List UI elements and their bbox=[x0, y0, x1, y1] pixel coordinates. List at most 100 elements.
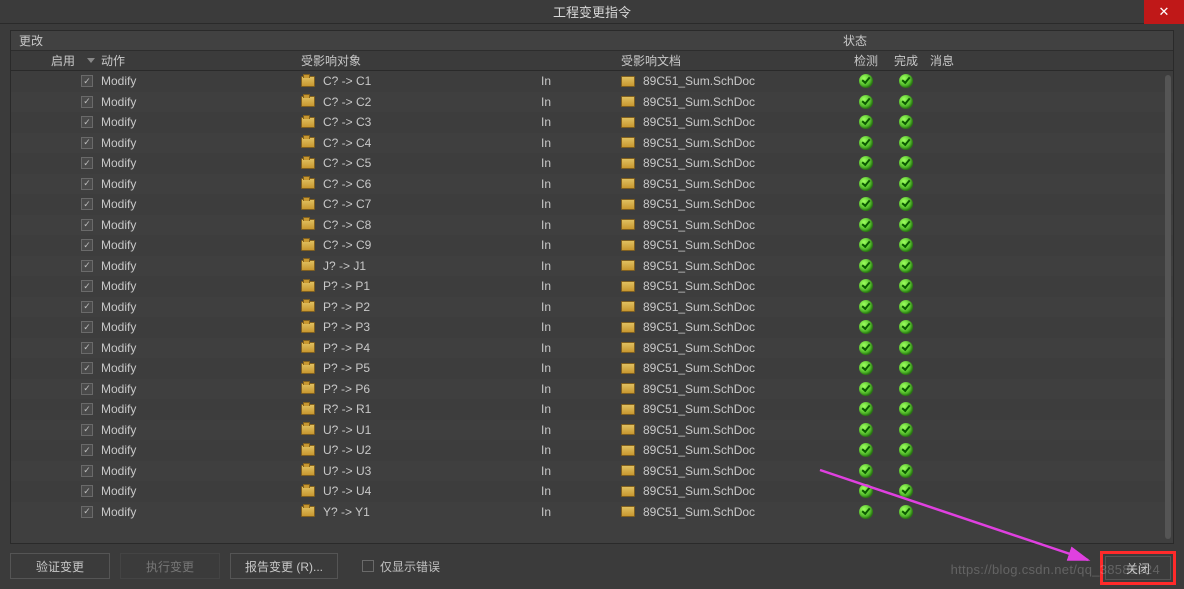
col-done[interactable]: 完成 bbox=[886, 51, 926, 70]
enable-checkbox[interactable] bbox=[81, 403, 93, 415]
check-icon bbox=[899, 423, 913, 437]
table-row[interactable]: ModifyC? -> C9In89C51_Sum.SchDoc bbox=[11, 235, 1173, 256]
document-icon bbox=[621, 281, 635, 292]
scrollbar[interactable] bbox=[1165, 75, 1171, 539]
table-row[interactable]: ModifyP? -> P2In89C51_Sum.SchDoc bbox=[11, 297, 1173, 318]
document-icon bbox=[621, 199, 635, 210]
document-icon bbox=[621, 117, 635, 128]
action-cell: Modify bbox=[101, 361, 301, 375]
execute-button[interactable]: 执行变更 bbox=[120, 553, 220, 579]
table-row[interactable]: ModifyP? -> P1In89C51_Sum.SchDoc bbox=[11, 276, 1173, 297]
check-icon bbox=[899, 402, 913, 416]
col-action[interactable]: 动作 bbox=[101, 51, 301, 70]
object-cell: C? -> C1 bbox=[301, 74, 541, 88]
table-row[interactable]: ModifyC? -> C5In89C51_Sum.SchDoc bbox=[11, 153, 1173, 174]
enable-checkbox[interactable] bbox=[81, 178, 93, 190]
enable-checkbox[interactable] bbox=[81, 260, 93, 272]
enable-checkbox[interactable] bbox=[81, 383, 93, 395]
doc-cell: 89C51_Sum.SchDoc bbox=[621, 382, 846, 396]
grid-header: 启用 动作 受影响对象 受影响文档 检测 完成 消息 bbox=[11, 51, 1173, 71]
table-row[interactable]: ModifyC? -> C8In89C51_Sum.SchDoc bbox=[11, 215, 1173, 236]
doc-cell: 89C51_Sum.SchDoc bbox=[621, 423, 846, 437]
table-row[interactable]: ModifyU? -> U4In89C51_Sum.SchDoc bbox=[11, 481, 1173, 502]
in-cell: In bbox=[541, 74, 621, 88]
component-icon bbox=[301, 424, 315, 435]
in-cell: In bbox=[541, 115, 621, 129]
table-row[interactable]: ModifyP? -> P4In89C51_Sum.SchDoc bbox=[11, 338, 1173, 359]
table-row[interactable]: ModifyP? -> P5In89C51_Sum.SchDoc bbox=[11, 358, 1173, 379]
table-row[interactable]: ModifyP? -> P3In89C51_Sum.SchDoc bbox=[11, 317, 1173, 338]
check-icon bbox=[899, 74, 913, 88]
in-cell: In bbox=[541, 382, 621, 396]
check-icon bbox=[859, 443, 873, 457]
window-close-button[interactable]: ✕ bbox=[1144, 0, 1184, 24]
action-cell: Modify bbox=[101, 74, 301, 88]
col-doc[interactable]: 受影响文档 bbox=[621, 51, 846, 70]
in-cell: In bbox=[541, 505, 621, 519]
enable-checkbox[interactable] bbox=[81, 444, 93, 456]
component-icon bbox=[301, 158, 315, 169]
enable-checkbox[interactable] bbox=[81, 96, 93, 108]
table-row[interactable]: ModifyC? -> C4In89C51_Sum.SchDoc bbox=[11, 133, 1173, 154]
enable-checkbox[interactable] bbox=[81, 485, 93, 497]
table-row[interactable]: ModifyC? -> C2In89C51_Sum.SchDoc bbox=[11, 92, 1173, 113]
table-row[interactable]: ModifyC? -> C3In89C51_Sum.SchDoc bbox=[11, 112, 1173, 133]
table-row[interactable]: ModifyC? -> C6In89C51_Sum.SchDoc bbox=[11, 174, 1173, 195]
doc-cell: 89C51_Sum.SchDoc bbox=[621, 177, 846, 191]
doc-cell: 89C51_Sum.SchDoc bbox=[621, 218, 846, 232]
table-row[interactable]: ModifyR? -> R1In89C51_Sum.SchDoc bbox=[11, 399, 1173, 420]
in-cell: In bbox=[541, 136, 621, 150]
only-errors-label: 仅显示错误 bbox=[380, 558, 440, 575]
enable-checkbox[interactable] bbox=[81, 198, 93, 210]
table-row[interactable]: ModifyU? -> U2In89C51_Sum.SchDoc bbox=[11, 440, 1173, 461]
check-icon bbox=[899, 320, 913, 334]
col-object[interactable]: 受影响对象 bbox=[301, 51, 541, 70]
table-row[interactable]: ModifyY? -> Y1In89C51_Sum.SchDoc bbox=[11, 502, 1173, 523]
validate-button[interactable]: 验证变更 bbox=[10, 553, 110, 579]
object-cell: Y? -> Y1 bbox=[301, 505, 541, 519]
check-icon bbox=[899, 279, 913, 293]
enable-checkbox[interactable] bbox=[81, 75, 93, 87]
action-cell: Modify bbox=[101, 320, 301, 334]
enable-checkbox[interactable] bbox=[81, 219, 93, 231]
table-row[interactable]: ModifyP? -> P6In89C51_Sum.SchDoc bbox=[11, 379, 1173, 400]
report-button[interactable]: 报告变更 (R)... bbox=[230, 553, 338, 579]
table-row[interactable]: ModifyJ? -> J1In89C51_Sum.SchDoc bbox=[11, 256, 1173, 277]
table-row[interactable]: ModifyU? -> U3In89C51_Sum.SchDoc bbox=[11, 461, 1173, 482]
document-icon bbox=[621, 301, 635, 312]
enable-checkbox[interactable] bbox=[81, 465, 93, 477]
action-cell: Modify bbox=[101, 259, 301, 273]
close-button[interactable]: 关闭 bbox=[1105, 556, 1171, 580]
enable-checkbox[interactable] bbox=[81, 321, 93, 333]
table-row[interactable]: ModifyU? -> U1In89C51_Sum.SchDoc bbox=[11, 420, 1173, 441]
enable-checkbox[interactable] bbox=[81, 116, 93, 128]
enable-checkbox[interactable] bbox=[81, 424, 93, 436]
col-message[interactable]: 消息 bbox=[926, 51, 1173, 70]
only-errors-checkbox[interactable]: 仅显示错误 bbox=[362, 558, 440, 575]
document-icon bbox=[621, 240, 635, 251]
col-enable[interactable]: 启用 bbox=[11, 51, 101, 70]
enable-checkbox[interactable] bbox=[81, 506, 93, 518]
enable-checkbox[interactable] bbox=[81, 301, 93, 313]
document-icon bbox=[621, 137, 635, 148]
object-cell: R? -> R1 bbox=[301, 402, 541, 416]
in-cell: In bbox=[541, 300, 621, 314]
check-icon bbox=[899, 218, 913, 232]
object-cell: P? -> P5 bbox=[301, 361, 541, 375]
col-detect[interactable]: 检测 bbox=[846, 51, 886, 70]
table-row[interactable]: ModifyC? -> C1In89C51_Sum.SchDoc bbox=[11, 71, 1173, 92]
table-row[interactable]: ModifyC? -> C7In89C51_Sum.SchDoc bbox=[11, 194, 1173, 215]
doc-cell: 89C51_Sum.SchDoc bbox=[621, 279, 846, 293]
enable-checkbox[interactable] bbox=[81, 239, 93, 251]
grid-body[interactable]: ModifyC? -> C1In89C51_Sum.SchDocModifyC?… bbox=[11, 71, 1173, 543]
enable-checkbox[interactable] bbox=[81, 137, 93, 149]
component-icon bbox=[301, 301, 315, 312]
enable-checkbox[interactable] bbox=[81, 342, 93, 354]
enable-checkbox[interactable] bbox=[81, 157, 93, 169]
component-icon bbox=[301, 404, 315, 415]
enable-checkbox[interactable] bbox=[81, 280, 93, 292]
enable-checkbox[interactable] bbox=[81, 362, 93, 374]
in-cell: In bbox=[541, 484, 621, 498]
object-cell: C? -> C7 bbox=[301, 197, 541, 211]
check-icon bbox=[899, 115, 913, 129]
